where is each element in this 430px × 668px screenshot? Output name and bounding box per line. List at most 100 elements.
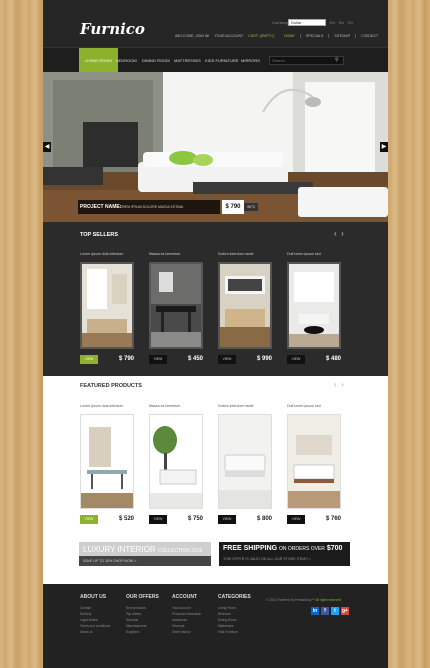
nav-mirrors[interactable]: MIRRORS — [241, 48, 260, 73]
chevron-left-icon[interactable]: ‹ — [334, 229, 337, 238]
linkedin-icon[interactable]: in — [311, 607, 319, 615]
footer: ABOUT US Contact Delivery Legal Notice T… — [43, 584, 388, 668]
slider-next-button[interactable]: ▶ — [380, 142, 388, 152]
product-bottom: VIEW $ 760 — [287, 514, 341, 526]
nav-sitemap[interactable]: SITEMAP — [328, 34, 355, 38]
banner-right-title: FREE SHIPPING ON ORDERS OVER $700 — [223, 545, 343, 552]
product-image[interactable] — [80, 262, 134, 349]
footer-col-about: ABOUT US Contact Delivery Legal Notice T… — [80, 594, 110, 636]
product-card[interactable]: Dolore interdum mode VIEW $ 990 — [218, 252, 272, 366]
top-links: WELCOME, JOIN IN! YOUR ACCOUNT CART: (EM… — [175, 34, 278, 38]
chevron-left-icon[interactable]: ‹ — [334, 380, 337, 389]
view-button[interactable]: VIEW — [287, 355, 305, 364]
slider-caption: PROJECT NAME: LOREM IPSUM DOLORE MASSA E… — [78, 200, 220, 214]
caption-desc: LOREM IPSUM DOLORE MASSA ESTIMA — [118, 205, 184, 209]
top-nav: HOME SPECIALS SITEMAP CONTACT — [279, 34, 383, 38]
product-name[interactable]: Duit lorem ipsum sed — [287, 404, 341, 409]
product-image[interactable] — [149, 414, 203, 509]
view-button[interactable]: VIEW — [218, 515, 236, 524]
product-card[interactable]: Duit lorem ipsum sed VIEW $ 760 — [287, 404, 341, 526]
featured-title: FEATURED PRODUCTS — [80, 383, 142, 389]
nav-home[interactable]: HOME — [279, 34, 300, 38]
logo[interactable]: Furnico — [80, 20, 145, 38]
product-image[interactable] — [287, 262, 341, 349]
nav-contact[interactable]: CONTACT — [355, 34, 383, 38]
product-name[interactable]: Duit lorem ipsum sed — [287, 252, 341, 257]
product-price: $ 750 — [187, 516, 203, 522]
free-shipping-banner[interactable]: FREE SHIPPING ON ORDERS OVER $700 THIS O… — [219, 542, 350, 566]
chevron-right-icon[interactable]: › — [341, 380, 344, 389]
currency-select[interactable]: Dollar — [288, 19, 326, 26]
banner-right-sub: THIS OFFER IS VALID ON ALL OUR STORE ITE… — [223, 557, 311, 561]
nav-mattresses[interactable]: MATTRESSES — [174, 48, 201, 73]
google-plus-icon[interactable]: g+ — [341, 607, 349, 615]
footer-col-categories: CATEGORIES Living Room Bedroom Dining Ro… — [218, 594, 251, 636]
banner-left-sub[interactable]: SAVE UP TO 35% SHOP NOW > — [79, 556, 211, 566]
view-button[interactable]: VIEW — [80, 515, 98, 524]
product-name[interactable]: Massa es loremtum — [149, 252, 203, 257]
view-button[interactable]: VIEW — [218, 355, 236, 364]
nav-kids-furniture[interactable]: KIDS FURNITURE — [205, 48, 239, 73]
footer-link[interactable]: Order history — [172, 630, 201, 636]
search-icon[interactable]: ⚲ — [335, 57, 339, 63]
nav-dining-room[interactable]: DINING ROOM — [142, 48, 170, 73]
footer-link[interactable]: About us — [80, 630, 110, 636]
top-sellers-section: TOP SELLERS ‹ › Lorem ipsum duis interdu… — [43, 222, 388, 376]
caption-info-button[interactable]: INFO — [244, 203, 258, 211]
top-sellers-title: TOP SELLERS — [80, 232, 119, 238]
view-button[interactable]: VIEW — [149, 355, 167, 364]
search-input[interactable]: Search — [269, 56, 344, 65]
product-name[interactable]: Lorem ipsum duis interdum — [80, 252, 134, 257]
product-bottom: VIEW $ 750 — [149, 514, 203, 526]
product-price: $ 790 — [118, 356, 134, 362]
product-name[interactable]: Dolore interdum mode — [218, 252, 272, 257]
footer-col-offers: OUR OFFERS New products Top sellers Spec… — [126, 594, 159, 636]
language-links[interactable]: En En En — [330, 20, 353, 25]
product-name[interactable]: Lorem ipsum duis interdum — [80, 404, 134, 409]
product-name[interactable]: Dolore interdum mode — [218, 404, 272, 409]
product-image[interactable] — [218, 414, 272, 509]
nav-specials[interactable]: SPECIALS — [299, 34, 329, 38]
product-image[interactable] — [149, 262, 203, 349]
copyright: © 2012 Powered by PrestaShop™ All rights… — [266, 598, 342, 602]
product-price: $ 760 — [325, 516, 341, 522]
slider-prev-button[interactable]: ◀ — [43, 142, 51, 152]
chevron-right-icon[interactable]: › — [341, 229, 344, 238]
account-link[interactable]: YOUR ACCOUNT — [214, 34, 243, 38]
product-card[interactable]: Lorem ipsum duis interdum VIEW $ 520 — [80, 404, 134, 526]
product-bottom: VIEW $ 790 — [80, 354, 134, 366]
footer-link[interactable]: Kids Furniture — [218, 630, 251, 636]
cart-link[interactable]: CART: (EMPTY) — [248, 34, 274, 38]
product-card[interactable]: Dolore interdum mode VIEW $ 800 — [218, 404, 272, 526]
luxury-interior-banner[interactable]: LUXURY INTERIOR COLLECTION 2012 SAVE UP … — [79, 542, 211, 566]
view-button[interactable]: VIEW — [149, 515, 167, 524]
product-price: $ 520 — [118, 516, 134, 522]
product-price: $ 990 — [256, 356, 272, 362]
product-image[interactable] — [218, 262, 272, 349]
main-nav: LIVING ROOM BEDROOM DINING ROOM MATTRESS… — [43, 47, 388, 73]
welcome-link[interactable]: WELCOME, JOIN IN! — [175, 34, 209, 38]
product-card[interactable]: Massa es loremtum VIEW $ 750 — [149, 404, 203, 526]
product-bottom: VIEW $ 800 — [218, 514, 272, 526]
nav-living-room[interactable]: LIVING ROOM — [79, 48, 118, 73]
product-name[interactable]: Massa es loremtum — [149, 404, 203, 409]
footer-heading: CATEGORIES — [218, 594, 251, 600]
product-price: $ 480 — [325, 356, 341, 362]
header: Furnico Currency: Dollar En En En WELCOM… — [43, 0, 388, 47]
twitter-icon[interactable]: t — [331, 607, 339, 615]
page: Furnico Currency: Dollar En En En WELCOM… — [43, 0, 388, 668]
product-card[interactable]: Duit lorem ipsum sed VIEW $ 480 — [287, 252, 341, 366]
product-image[interactable] — [287, 414, 341, 509]
nav-bedroom[interactable]: BEDROOM — [116, 48, 137, 73]
view-button[interactable]: VIEW — [80, 355, 98, 364]
footer-col-account: ACCOUNT Your Account Personal informatio… — [172, 594, 201, 636]
currency-label: Currency: — [272, 20, 290, 25]
hero-slider: ◀ ▶ PROJECT NAME: LOREM IPSUM DOLORE MAS… — [43, 72, 388, 222]
facebook-icon[interactable]: f — [321, 607, 329, 615]
product-image[interactable] — [80, 414, 134, 509]
product-card[interactable]: Lorem ipsum duis interdum VIEW $ 790 — [80, 252, 134, 366]
footer-link[interactable]: Suppliers — [126, 630, 159, 636]
product-card[interactable]: Massa es loremtum VIEW $ 450 — [149, 252, 203, 366]
footer-heading: ACCOUNT — [172, 594, 197, 600]
view-button[interactable]: VIEW — [287, 515, 305, 524]
